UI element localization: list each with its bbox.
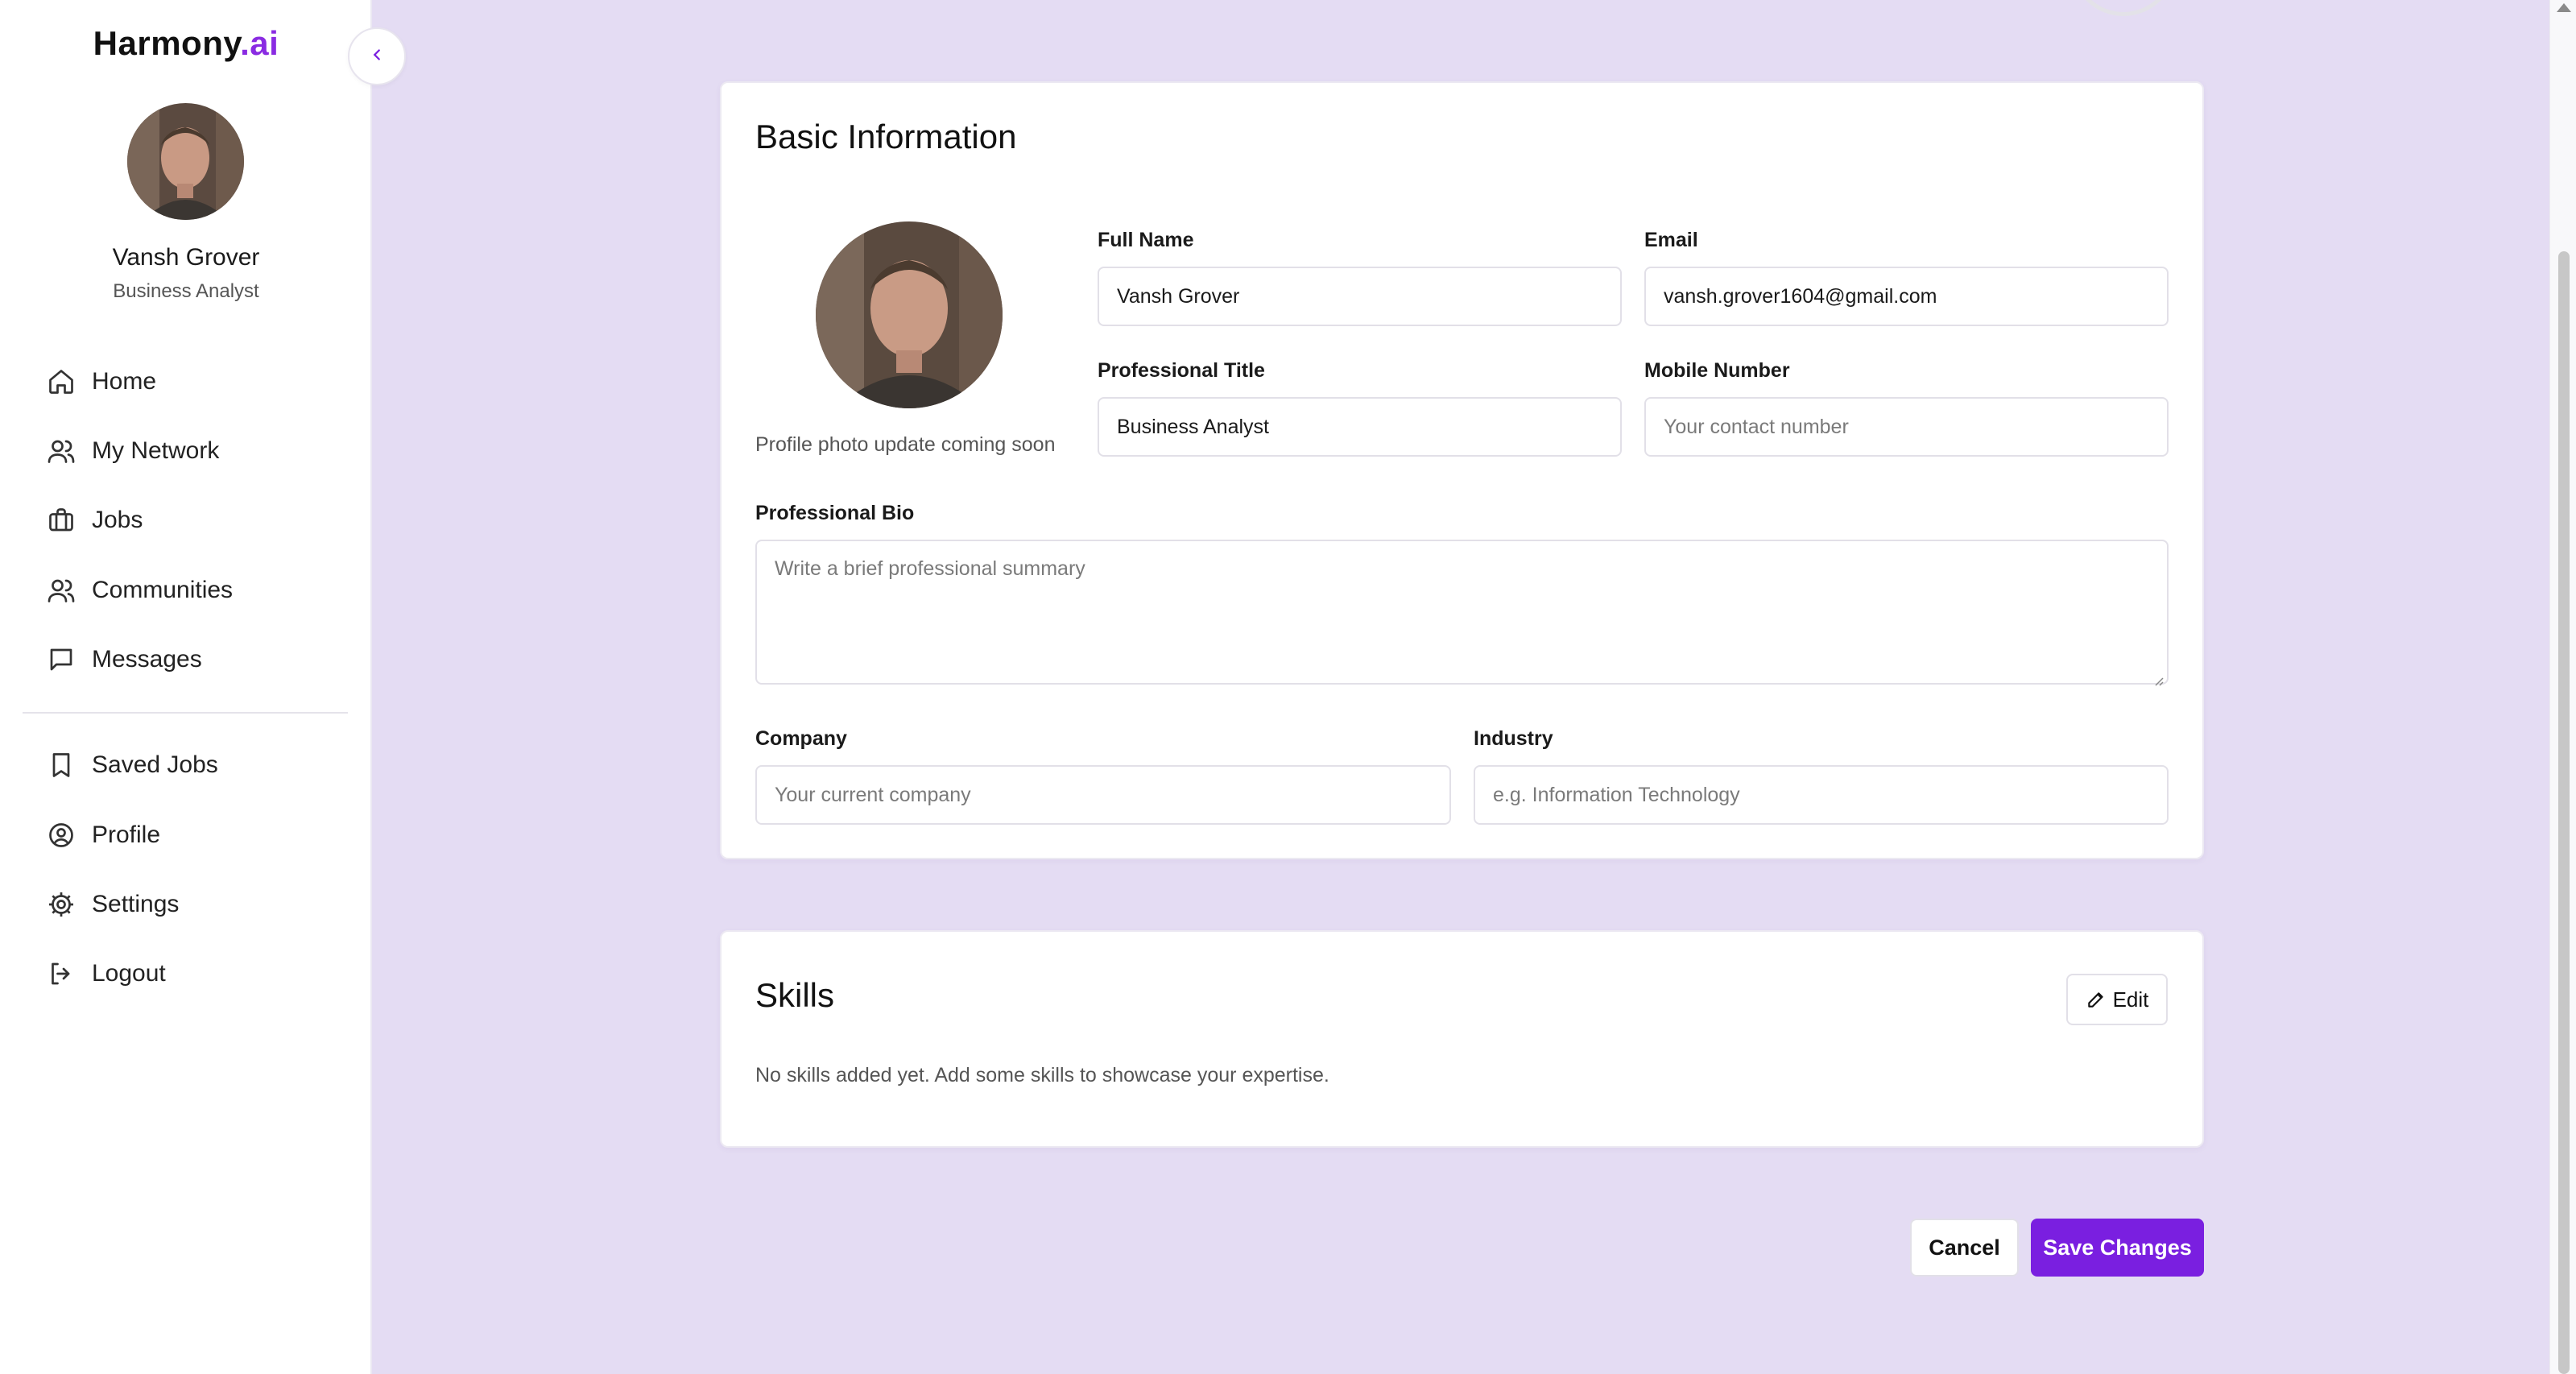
basic-information-card	[720, 81, 2204, 859]
sidebar-item-label: My Network	[92, 437, 220, 464]
company-label: Company	[755, 727, 847, 750]
edit-skills-button[interactable]: Edit	[2066, 974, 2168, 1025]
logout-icon	[45, 958, 77, 990]
chevron-left-icon	[368, 46, 386, 68]
user-name: Vansh Grover	[112, 244, 260, 271]
section-title: Basic Information	[755, 118, 1017, 155]
user-role: Business Analyst	[113, 280, 259, 302]
gear-icon	[45, 888, 77, 921]
resize-handle-icon[interactable]	[2152, 668, 2164, 686]
skills-empty-message: No skills added yet. Add some skills to …	[755, 1064, 1329, 1086]
users-icon	[45, 435, 77, 467]
sidebar-item-label: Logout	[92, 960, 166, 987]
full-name-label: Full Name	[1098, 229, 1194, 251]
edit-label: Edit	[2112, 987, 2149, 1012]
nav-divider	[23, 712, 348, 714]
home-icon	[45, 366, 77, 398]
sidebar-item-communities[interactable]: Communities	[45, 568, 233, 613]
mobile-number-field[interactable]: Your contact number	[1644, 397, 2169, 457]
email-label: Email	[1644, 229, 1698, 251]
bio-placeholder: Write a brief professional summary	[775, 557, 1085, 580]
user-circle-icon	[45, 819, 77, 851]
sidebar: Harmony.ai Vansh Grover Business Analyst…	[0, 0, 372, 1374]
sidebar-item-label: Profile	[92, 822, 161, 848]
message-icon	[45, 644, 77, 676]
sidebar-item-label: Communities	[92, 577, 234, 603]
users-icon	[45, 574, 77, 606]
scroll-up-arrow-icon[interactable]	[2557, 3, 2571, 12]
sidebar-item-my-network[interactable]: My Network	[45, 428, 219, 474]
sidebar-item-label: Messages	[92, 646, 202, 673]
sidebar-item-saved-jobs[interactable]: Saved Jobs	[45, 743, 218, 788]
sidebar-item-label: Jobs	[92, 507, 143, 533]
sidebar-item-label: Saved Jobs	[92, 751, 218, 778]
sidebar-item-label: Settings	[92, 891, 180, 917]
briefcase-icon	[45, 504, 77, 536]
sidebar-item-jobs[interactable]: Jobs	[45, 498, 143, 543]
collapse-sidebar-button[interactable]	[348, 27, 406, 85]
cancel-button[interactable]: Cancel	[1910, 1219, 2019, 1277]
profile-photo	[816, 221, 1003, 408]
sidebar-item-label: Home	[92, 368, 157, 395]
email-field[interactable]: vansh.grover1604@gmail.com	[1644, 267, 2169, 326]
bookmark-icon	[45, 749, 77, 781]
photo-update-note: Profile photo update coming soon	[755, 433, 1056, 456]
scrollbar[interactable]	[2549, 0, 2576, 1374]
skills-title: Skills	[755, 976, 835, 1014]
company-field[interactable]: Your current company	[755, 765, 1451, 825]
industry-field[interactable]: e.g. Information Technology	[1474, 765, 2169, 825]
sidebar-item-logout[interactable]: Logout	[45, 951, 166, 996]
avatar[interactable]	[127, 103, 244, 220]
save-changes-button[interactable]: Save Changes	[2031, 1219, 2204, 1277]
brand-suffix: .ai	[240, 24, 279, 62]
brand-logo[interactable]: Harmony.ai	[0, 24, 372, 63]
pencil-icon	[2086, 989, 2107, 1010]
professional-bio-textarea[interactable]: Write a brief professional summary	[755, 540, 2169, 686]
professional-title-field[interactable]: Business Analyst	[1098, 397, 1622, 457]
brand-name: Harmony	[93, 24, 241, 62]
scroll-thumb[interactable]	[2558, 251, 2570, 1374]
sidebar-item-home[interactable]: Home	[45, 359, 156, 404]
sidebar-item-settings[interactable]: Settings	[45, 882, 179, 927]
industry-label: Industry	[1474, 727, 1553, 750]
professional-bio-label: Professional Bio	[755, 502, 915, 524]
mobile-number-label: Mobile Number	[1644, 359, 1790, 382]
full-name-field[interactable]: Vansh Grover	[1098, 267, 1622, 326]
skills-card	[720, 930, 2204, 1148]
professional-title-label: Professional Title	[1098, 359, 1265, 382]
sidebar-item-messages[interactable]: Messages	[45, 637, 202, 682]
sidebar-item-profile[interactable]: Profile	[45, 813, 160, 858]
